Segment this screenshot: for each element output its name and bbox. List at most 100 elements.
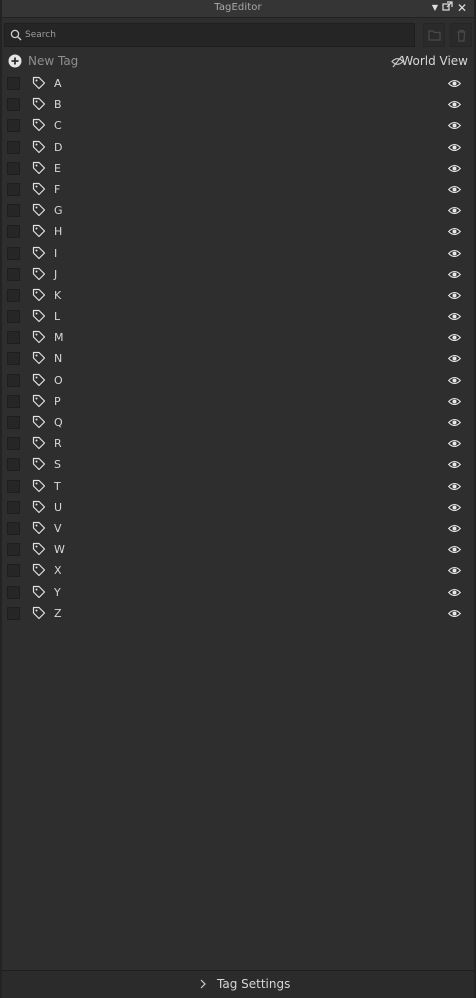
tag-checkbox[interactable] (7, 98, 20, 112)
tag-row[interactable]: N (2, 349, 474, 370)
eye-icon[interactable] (448, 227, 461, 236)
tag-checkbox[interactable] (7, 119, 20, 133)
eye-icon[interactable] (448, 100, 461, 109)
tag-row[interactable]: Q (2, 413, 474, 434)
chevron-right-icon (200, 979, 206, 989)
tag-row[interactable]: R (2, 434, 474, 455)
new-tag-button[interactable]: New Tag (28, 54, 78, 68)
close-icon[interactable]: ✕ (455, 1, 469, 15)
tag-checkbox[interactable] (7, 310, 20, 324)
eye-icon[interactable] (448, 524, 461, 533)
tag-row[interactable]: X (2, 561, 474, 582)
eye-icon[interactable] (448, 545, 461, 554)
tag-row[interactable]: S (2, 455, 474, 476)
tag-icon (32, 564, 46, 577)
tag-checkbox[interactable] (7, 521, 20, 535)
eye-icon[interactable] (448, 482, 461, 491)
eye-icon[interactable] (448, 376, 461, 385)
tag-checkbox[interactable] (7, 288, 20, 302)
search-box[interactable] (4, 23, 415, 47)
tag-name: B (54, 98, 62, 112)
tag-icon (32, 437, 46, 450)
tag-checkbox[interactable] (7, 458, 20, 472)
eye-icon[interactable] (448, 588, 461, 597)
tag-checkbox[interactable] (7, 606, 20, 620)
eye-icon[interactable] (448, 143, 461, 152)
tag-row[interactable]: F (2, 180, 474, 201)
tag-checkbox[interactable] (7, 331, 20, 345)
tag-row[interactable]: J (2, 265, 474, 286)
tag-name: S (54, 458, 61, 472)
eye-icon[interactable] (448, 79, 461, 88)
eye-icon[interactable] (448, 206, 461, 215)
tag-checkbox[interactable] (7, 416, 20, 429)
tag-row[interactable]: E (2, 159, 474, 180)
tag-row[interactable]: G (2, 201, 474, 222)
eye-icon[interactable] (448, 249, 461, 258)
eye-icon[interactable] (448, 566, 461, 575)
eye-icon[interactable] (448, 333, 461, 342)
tag-icon (32, 98, 46, 111)
world-view-button[interactable]: World View (401, 54, 468, 68)
tag-checkbox[interactable] (7, 564, 20, 578)
tag-row[interactable]: T (2, 477, 474, 498)
tag-row[interactable]: C (2, 116, 474, 137)
tag-row[interactable]: P (2, 392, 474, 413)
add-group-button[interactable] (423, 23, 445, 47)
eye-icon[interactable] (448, 291, 461, 300)
tag-checkbox[interactable] (7, 225, 20, 239)
tag-checkbox[interactable] (7, 161, 20, 175)
eye-icon[interactable] (448, 397, 461, 406)
tag-settings-footer[interactable]: Tag Settings (2, 970, 474, 998)
tag-checkbox[interactable] (7, 352, 20, 366)
tag-row[interactable]: V (2, 519, 474, 540)
tag-row[interactable]: Y (2, 583, 474, 604)
search-input[interactable] (25, 27, 405, 43)
tag-row[interactable]: Z (2, 604, 474, 625)
popout-icon[interactable] (440, 1, 454, 15)
tag-row[interactable]: B (2, 95, 474, 116)
eye-icon[interactable] (448, 270, 461, 279)
tag-checkbox[interactable] (7, 585, 20, 599)
tag-icon (32, 288, 46, 301)
eye-icon[interactable] (448, 354, 461, 363)
tag-row[interactable]: U (2, 498, 474, 519)
tag-checkbox[interactable] (7, 437, 20, 451)
tag-row[interactable]: D (2, 138, 474, 159)
tag-row[interactable]: M (2, 328, 474, 349)
eye-icon[interactable] (448, 312, 461, 321)
tag-checkbox[interactable] (7, 204, 20, 218)
tag-row[interactable]: K (2, 286, 474, 307)
tag-row[interactable]: I (2, 244, 474, 265)
plus-circle-icon[interactable] (8, 54, 22, 68)
eye-icon[interactable] (448, 121, 461, 130)
tag-icon (32, 543, 46, 556)
tag-checkbox[interactable] (7, 267, 20, 281)
tag-checkbox[interactable] (7, 479, 20, 493)
tag-checkbox[interactable] (7, 373, 20, 387)
eye-icon[interactable] (448, 609, 461, 618)
delete-button[interactable] (450, 23, 472, 47)
tag-row[interactable]: O (2, 371, 474, 392)
tag-icon (32, 309, 46, 323)
eye-icon[interactable] (448, 439, 461, 448)
tag-checkbox[interactable] (7, 182, 20, 196)
tag-row[interactable]: L (2, 307, 474, 328)
tag-name: I (54, 246, 58, 260)
eye-icon[interactable] (448, 185, 461, 194)
tag-checkbox[interactable] (7, 140, 20, 154)
tag-checkbox[interactable] (7, 543, 20, 557)
tag-settings-label: Tag Settings (217, 977, 291, 991)
tag-icon (32, 479, 46, 492)
eye-icon[interactable] (448, 503, 461, 512)
eye-icon[interactable] (448, 418, 461, 427)
tag-row[interactable]: W (2, 540, 474, 561)
tag-checkbox[interactable] (7, 500, 20, 514)
tag-checkbox[interactable] (7, 246, 20, 260)
tag-row[interactable]: H (2, 222, 474, 243)
tag-checkbox[interactable] (7, 394, 20, 408)
tag-checkbox[interactable] (7, 77, 20, 90)
tag-row[interactable]: A (2, 74, 474, 95)
eye-icon[interactable] (448, 460, 461, 469)
eye-icon[interactable] (448, 164, 461, 173)
